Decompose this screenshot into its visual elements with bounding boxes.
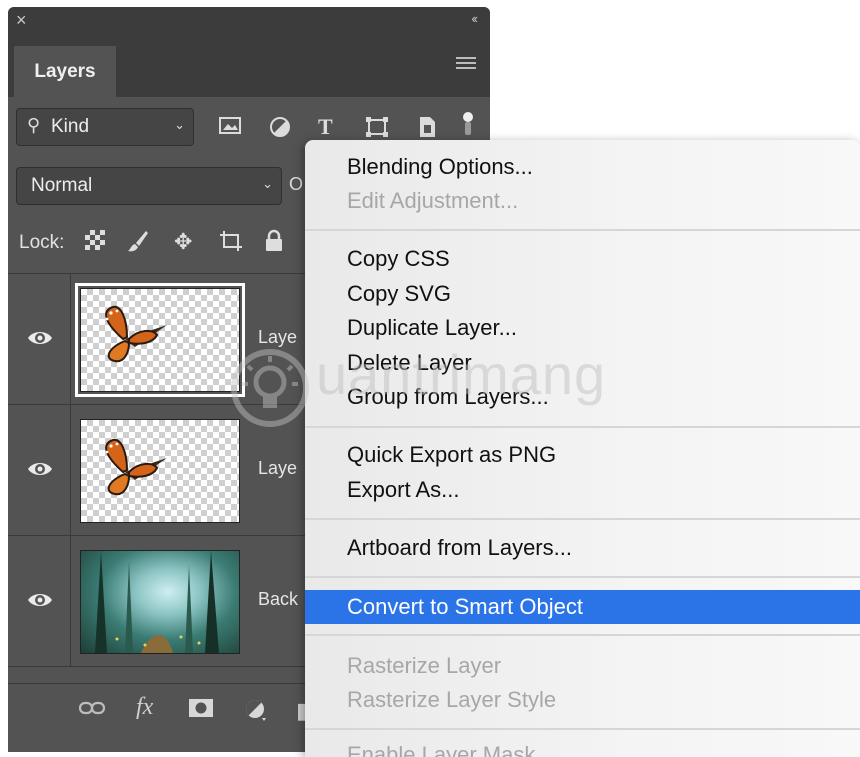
lock-image-icon[interactable] bbox=[126, 229, 150, 259]
menu-item-enable-layer-mask: Enable Layer Mask bbox=[347, 742, 536, 757]
watermark: uantrimang bbox=[228, 340, 668, 440]
row-divider bbox=[70, 274, 71, 404]
lock-position-icon[interactable]: ✥ bbox=[174, 229, 192, 255]
adjustment-filter-icon[interactable] bbox=[268, 115, 292, 144]
menu-separator bbox=[305, 634, 860, 636]
context-menu: Blending Options... Edit Adjustment... C… bbox=[305, 140, 860, 757]
image-filter-icon[interactable] bbox=[218, 115, 242, 142]
panel-tab-bar: Layers bbox=[8, 35, 490, 97]
lightbulb-logo-icon bbox=[231, 349, 309, 427]
close-icon[interactable]: × bbox=[16, 10, 27, 30]
menu-item-quick-export-png[interactable]: Quick Export as PNG bbox=[305, 438, 860, 472]
fx-icon[interactable]: fx bbox=[136, 694, 153, 721]
opacity-label: O bbox=[289, 174, 304, 194]
butterfly-icon bbox=[105, 438, 167, 496]
menu-item-rasterize-layer: Rasterize Layer bbox=[347, 653, 502, 678]
panel-title-bar: × ‹‹ bbox=[8, 7, 490, 35]
lock-artboard-icon[interactable] bbox=[218, 229, 244, 259]
chevron-down-icon: ⌄ bbox=[174, 117, 185, 132]
link-layers-icon[interactable] bbox=[78, 698, 106, 724]
layer-thumbnail[interactable] bbox=[80, 419, 240, 523]
search-icon: ⚲ bbox=[27, 115, 41, 135]
tab-layers[interactable]: Layers bbox=[14, 46, 116, 97]
filter-kind-select[interactable]: ⚲ Kind ⌄ bbox=[16, 108, 194, 146]
menu-item-blending-options[interactable]: Blending Options... bbox=[305, 150, 860, 184]
menu-separator bbox=[305, 229, 860, 231]
menu-item-artboard-from-layers[interactable]: Artboard from Layers... bbox=[305, 531, 860, 565]
menu-item-copy-svg[interactable]: Copy SVG bbox=[305, 277, 860, 311]
adjustment-layer-icon[interactable] bbox=[244, 698, 270, 728]
filter-kind-label: Kind bbox=[51, 116, 90, 137]
menu-separator bbox=[305, 518, 860, 520]
layer-thumbnail[interactable] bbox=[80, 550, 240, 654]
row-divider bbox=[70, 405, 71, 535]
forest-image bbox=[95, 551, 219, 653]
lock-all-icon[interactable] bbox=[264, 229, 284, 259]
layer-name[interactable]: Back bbox=[258, 589, 298, 610]
mask-icon[interactable] bbox=[188, 698, 214, 724]
panel-menu-icon[interactable] bbox=[456, 57, 476, 71]
visibility-eye-icon[interactable] bbox=[26, 455, 54, 483]
menu-item-convert-to-smart-object[interactable]: Convert to Smart Object bbox=[305, 590, 860, 624]
menu-separator bbox=[305, 728, 860, 730]
lock-transparent-icon[interactable] bbox=[84, 229, 106, 257]
butterfly-icon bbox=[105, 305, 167, 363]
menu-item-export-as[interactable]: Export As... bbox=[305, 473, 860, 507]
lock-label: Lock: bbox=[19, 232, 65, 253]
filter-toggle-icon[interactable] bbox=[460, 111, 476, 142]
visibility-eye-icon[interactable] bbox=[26, 324, 54, 352]
blend-mode-select[interactable]: Normal ⌄ bbox=[16, 167, 282, 205]
menu-item-rasterize-layer-style: Rasterize Layer Style bbox=[347, 687, 557, 712]
menu-item-edit-adjustment: Edit Adjustment... bbox=[347, 188, 519, 213]
row-divider bbox=[70, 536, 71, 666]
menu-separator bbox=[305, 576, 860, 578]
collapse-panel-icon[interactable]: ‹‹ bbox=[471, 11, 478, 26]
menu-item-copy-css[interactable]: Copy CSS bbox=[305, 242, 860, 276]
visibility-eye-icon[interactable] bbox=[26, 586, 54, 614]
blend-mode-label: Normal bbox=[31, 175, 93, 196]
layer-thumbnail[interactable] bbox=[75, 283, 245, 397]
layer-name[interactable]: Laye bbox=[258, 458, 297, 479]
watermark-text: uantrimang bbox=[316, 343, 607, 406]
type-filter-icon[interactable]: T bbox=[318, 115, 333, 139]
chevron-down-icon: ⌄ bbox=[262, 176, 273, 191]
